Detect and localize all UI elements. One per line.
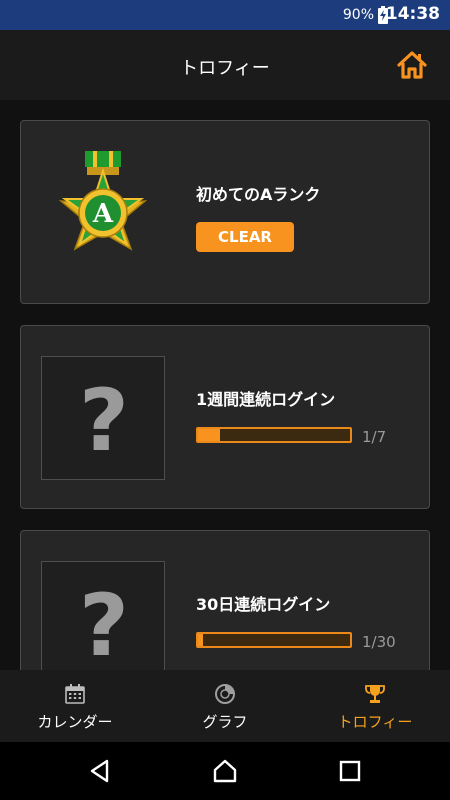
- locked-trophy-placeholder: ?: [41, 561, 165, 670]
- recents-square-icon[interactable]: [337, 758, 363, 784]
- trophy-title: 1週間連続ログイン: [196, 390, 336, 409]
- trophy-title: 30日連続ログイン: [196, 595, 331, 614]
- progress-fill: [198, 429, 220, 441]
- tab-label: トロフィー: [337, 713, 413, 731]
- tab-label: カレンダー: [37, 713, 113, 731]
- battery-percentage: 90%: [342, 7, 374, 23]
- question-icon: ?: [79, 371, 129, 471]
- medal-letter: A: [92, 199, 114, 229]
- clock: 14:38: [385, 4, 440, 24]
- progress-count: 1/7: [362, 428, 387, 446]
- app-header: トロフィー: [0, 30, 450, 100]
- status-bar: 90% 14:38: [0, 0, 450, 30]
- tab-trophy[interactable]: トロフィー: [300, 670, 450, 742]
- progress-fill: [198, 634, 204, 646]
- progress-bar: [196, 427, 352, 443]
- trophy-card: ? 30日連続ログイン 1/30: [20, 530, 430, 670]
- home-icon: [397, 51, 427, 79]
- system-navigation-bar: [0, 742, 450, 800]
- trophy-card: A 初めてのAランク CLEAR: [20, 120, 430, 304]
- home-button[interactable]: [395, 50, 429, 80]
- progress-count: 1/30: [362, 633, 396, 651]
- bottom-tab-bar: カレンダー グラフ トロフィー: [0, 670, 450, 742]
- progress-bar: [196, 632, 352, 648]
- trophy-icon: [365, 685, 385, 703]
- pie-chart-icon: [215, 684, 235, 704]
- medal-a-icon: A: [41, 151, 165, 275]
- tab-label: グラフ: [202, 713, 248, 731]
- tab-graph[interactable]: グラフ: [150, 670, 300, 742]
- trophy-list[interactable]: A 初めてのAランク CLEAR ? 1週間連続ログイン 1/7 ? 30日連続…: [0, 100, 450, 670]
- calendar-icon: [65, 684, 85, 704]
- page-title: トロフィー: [180, 58, 270, 79]
- locked-trophy-placeholder: ?: [41, 356, 165, 480]
- trophy-card: ? 1週間連続ログイン 1/7: [20, 325, 430, 509]
- trophy-title: 初めてのAランク: [196, 185, 321, 204]
- back-triangle-icon[interactable]: [87, 758, 113, 784]
- tab-calendar[interactable]: カレンダー: [0, 670, 150, 742]
- question-icon: ?: [79, 576, 129, 670]
- home-circle-icon[interactable]: [212, 758, 238, 784]
- clear-badge: CLEAR: [196, 222, 294, 252]
